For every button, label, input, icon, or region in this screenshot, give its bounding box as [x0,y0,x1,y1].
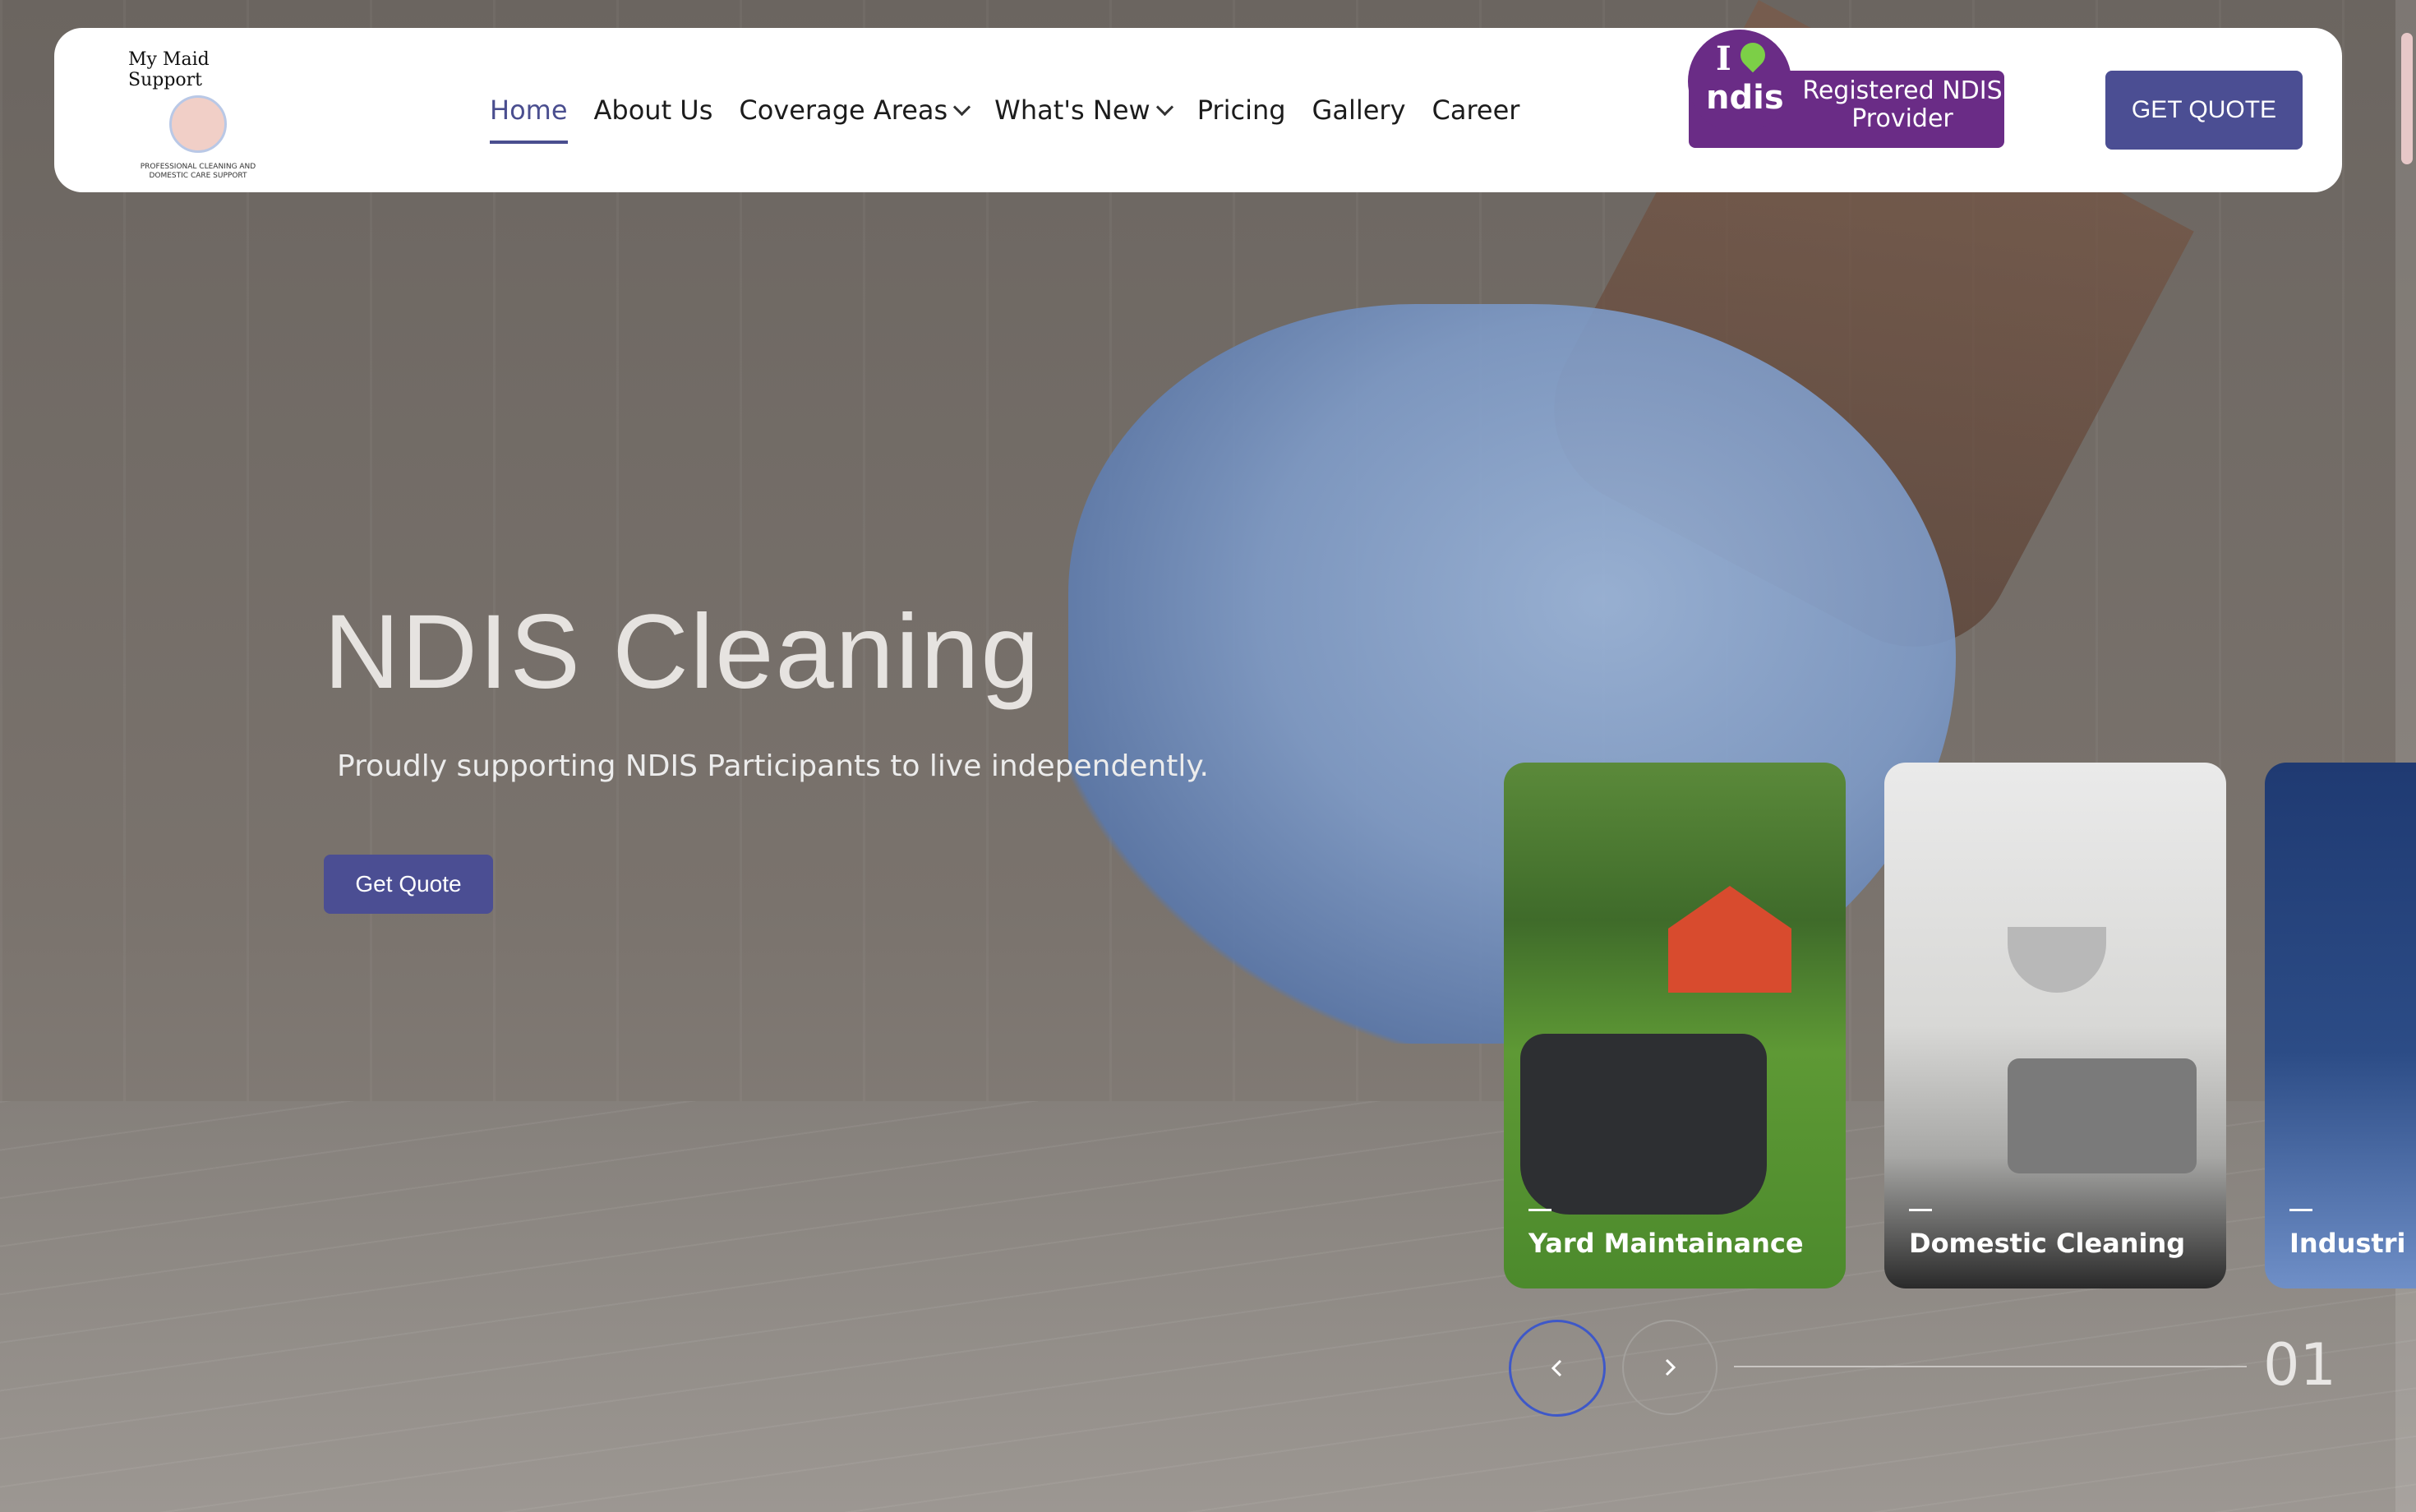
card-dash [1909,1209,1932,1211]
nav-career-label: Career [1432,94,1520,126]
nav-home-label: Home [490,94,568,126]
ndis-badge-line1: Registered NDIS [1802,76,2003,105]
chevron-down-icon [953,98,971,116]
bowl-image [2008,927,2106,993]
ndis-logo-word: ndis [1706,79,1784,117]
logo-arc-text: My Maid Support [128,49,210,90]
nav-gallery[interactable]: Gallery [1312,94,1406,126]
slide-counter: 01 [2263,1331,2337,1399]
logo-maid-illustration [169,95,227,153]
logo-subtitle: PROFESSIONAL CLEANING AND DOMESTIC CARE … [140,163,256,180]
site-logo[interactable]: My Maid Support PROFESSIONAL CLEANING AN… [128,44,268,184]
card-dash [1528,1209,1551,1211]
lawn-mower-image [1520,1034,1767,1215]
nav-coverage-label: Coverage Areas [739,94,948,126]
hero-get-quote-button[interactable]: Get Quote [324,855,493,914]
main-nav: Home About Us Coverage Areas What's New … [490,28,1519,192]
card-label: Domestic Cleaning [1909,1228,2186,1259]
chevron-right-icon [1665,1358,1676,1376]
scrollbar-thumb[interactable] [2401,33,2413,164]
slider-progress-line [1734,1366,2247,1367]
nav-whats-new-label: What's New [994,94,1150,126]
playhouse-image [1668,886,1791,993]
sink-image [2008,1058,2197,1173]
service-card-yard[interactable]: Yard Maintainance [1504,763,1846,1288]
nav-pricing-label: Pricing [1196,94,1286,126]
chevron-down-icon [1155,98,1173,116]
nav-career[interactable]: Career [1432,94,1520,126]
nav-about-label: About Us [593,94,713,126]
chevron-left-icon [1551,1359,1562,1377]
slider-next-button[interactable] [1622,1320,1717,1415]
card-dash [2289,1209,2312,1211]
nav-gallery-label: Gallery [1312,94,1406,126]
nav-pricing[interactable]: Pricing [1197,94,1286,126]
nav-whats-new[interactable]: What's New [994,94,1173,126]
get-quote-header-button[interactable]: GET QUOTE [2105,71,2303,150]
service-card-domestic[interactable]: Domestic Cleaning [1884,763,2226,1288]
slider-prev-button[interactable] [1509,1320,1606,1417]
ndis-logo: I ndis [1688,30,1791,133]
nav-coverage-areas[interactable]: Coverage Areas [739,94,971,126]
card-label: Industri [2289,1228,2406,1259]
hero-subtitle: Proudly supporting NDIS Participants to … [337,749,1209,783]
hero-title: NDIS Cleaning [324,593,1041,711]
heart-icon [1735,37,1771,73]
nav-home[interactable]: Home [490,94,568,144]
service-card-industrial[interactable]: Industri [2265,763,2416,1288]
ndis-badge-text: Registered NDIS Provider [1791,77,2013,133]
card-label: Yard Maintainance [1528,1228,1804,1259]
ndis-badge-line2: Provider [1851,104,1953,133]
nav-about-us[interactable]: About Us [594,94,713,126]
ndis-logo-i: I [1716,39,1731,78]
